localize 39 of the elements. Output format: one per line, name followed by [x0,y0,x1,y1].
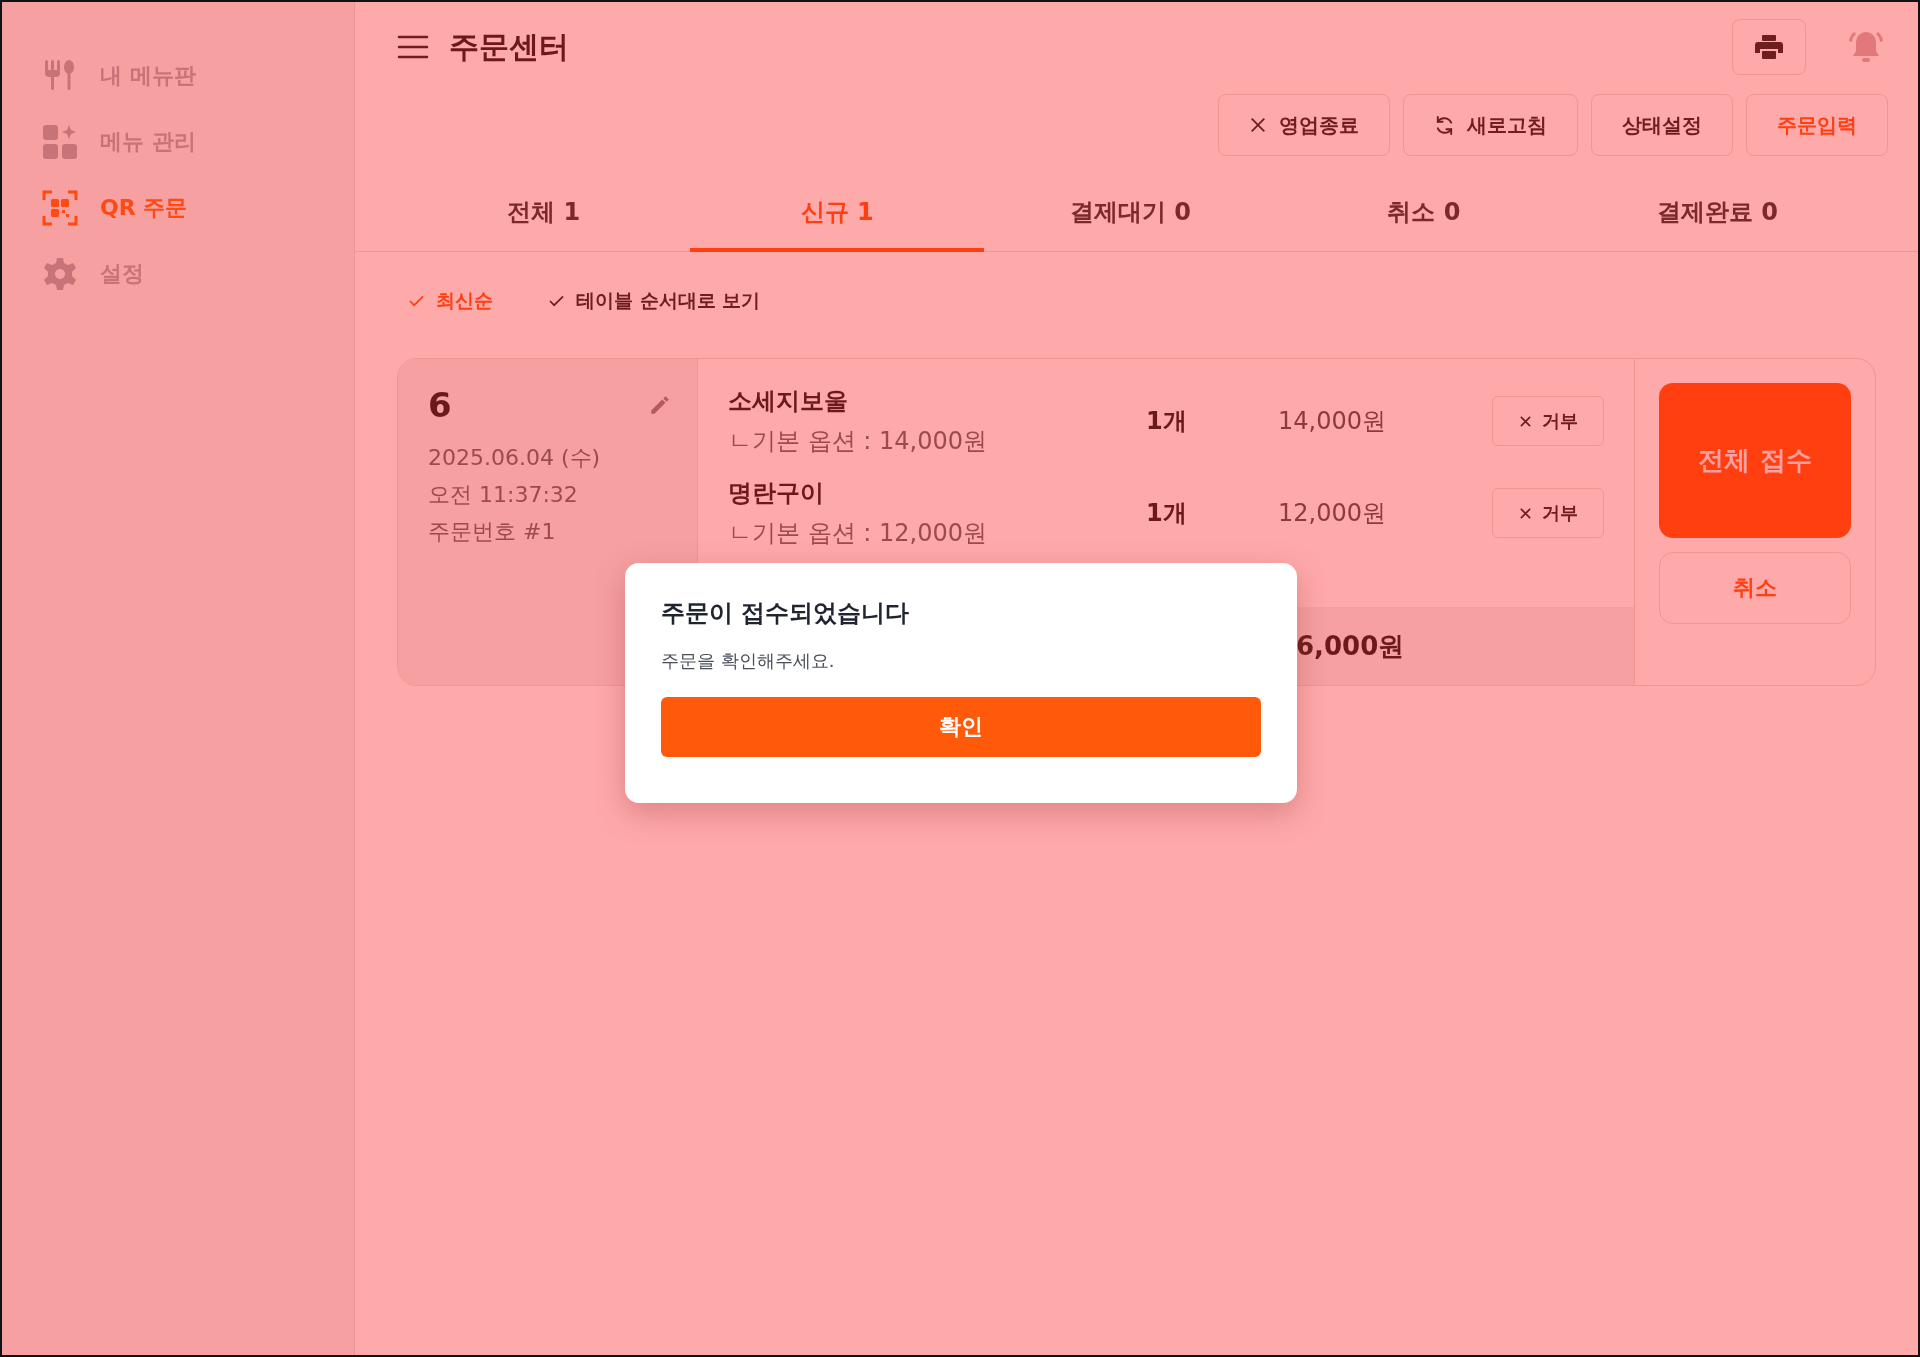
dialog-message: 주문을 확인해주세요. [661,649,836,673]
action-button[interactable]: 새로고침 [1403,94,1578,156]
tab[interactable]: 결제대기 0 [983,178,1278,252]
sort-option[interactable]: 테이블 순서대로 보기 [549,288,761,314]
menu-icon[interactable] [397,34,429,60]
confirm-button[interactable]: 확인 [661,697,1261,757]
refresh-icon [1434,114,1455,136]
dialog-title: 주문이 접수되었습니다 [661,598,911,629]
tab[interactable]: 전체 1 [397,178,691,252]
item-price: 14,000원 [1278,406,1387,437]
qr-scan-icon [42,190,78,226]
printer-icon [1755,34,1783,60]
item-name: 명란구이 [728,478,825,509]
close-icon [1249,116,1267,134]
item-name: 소세지보울 [728,386,849,417]
order-number: 주문번호 #1 [428,518,557,546]
tab[interactable]: 결제완료 0 [1570,178,1865,252]
order-time: 오전 11:37:32 [428,481,579,509]
tab[interactable]: 취소 0 [1277,178,1571,252]
check-icon [409,295,424,307]
close-icon [1518,506,1532,520]
item-option: ㄴ기본 옵션 : 12,000원 [728,517,1146,549]
action-button[interactable]: 상태설정 [1591,94,1733,156]
item-quantity: 1개 [1146,498,1188,529]
reject-button[interactable]: 거부 [1492,488,1604,538]
settings-icon [42,256,78,292]
widgets-icon [42,124,78,160]
order-date: 2025.06.04 (수) [428,444,602,472]
action-button[interactable]: 영업종료 [1218,94,1390,156]
check-icon [549,295,564,307]
item-option: ㄴ기본 옵션 : 14,000원 [728,425,1146,457]
page-title: 주문센터 [449,27,569,66]
item-quantity: 1개 [1146,406,1188,437]
table-number: 6 [428,385,452,425]
print-button[interactable] [1732,19,1806,75]
close-icon [1518,414,1532,428]
item-price: 12,000원 [1278,498,1387,529]
total-price: 6,000원 [1296,629,1405,663]
reject-button[interactable]: 거부 [1492,396,1604,446]
